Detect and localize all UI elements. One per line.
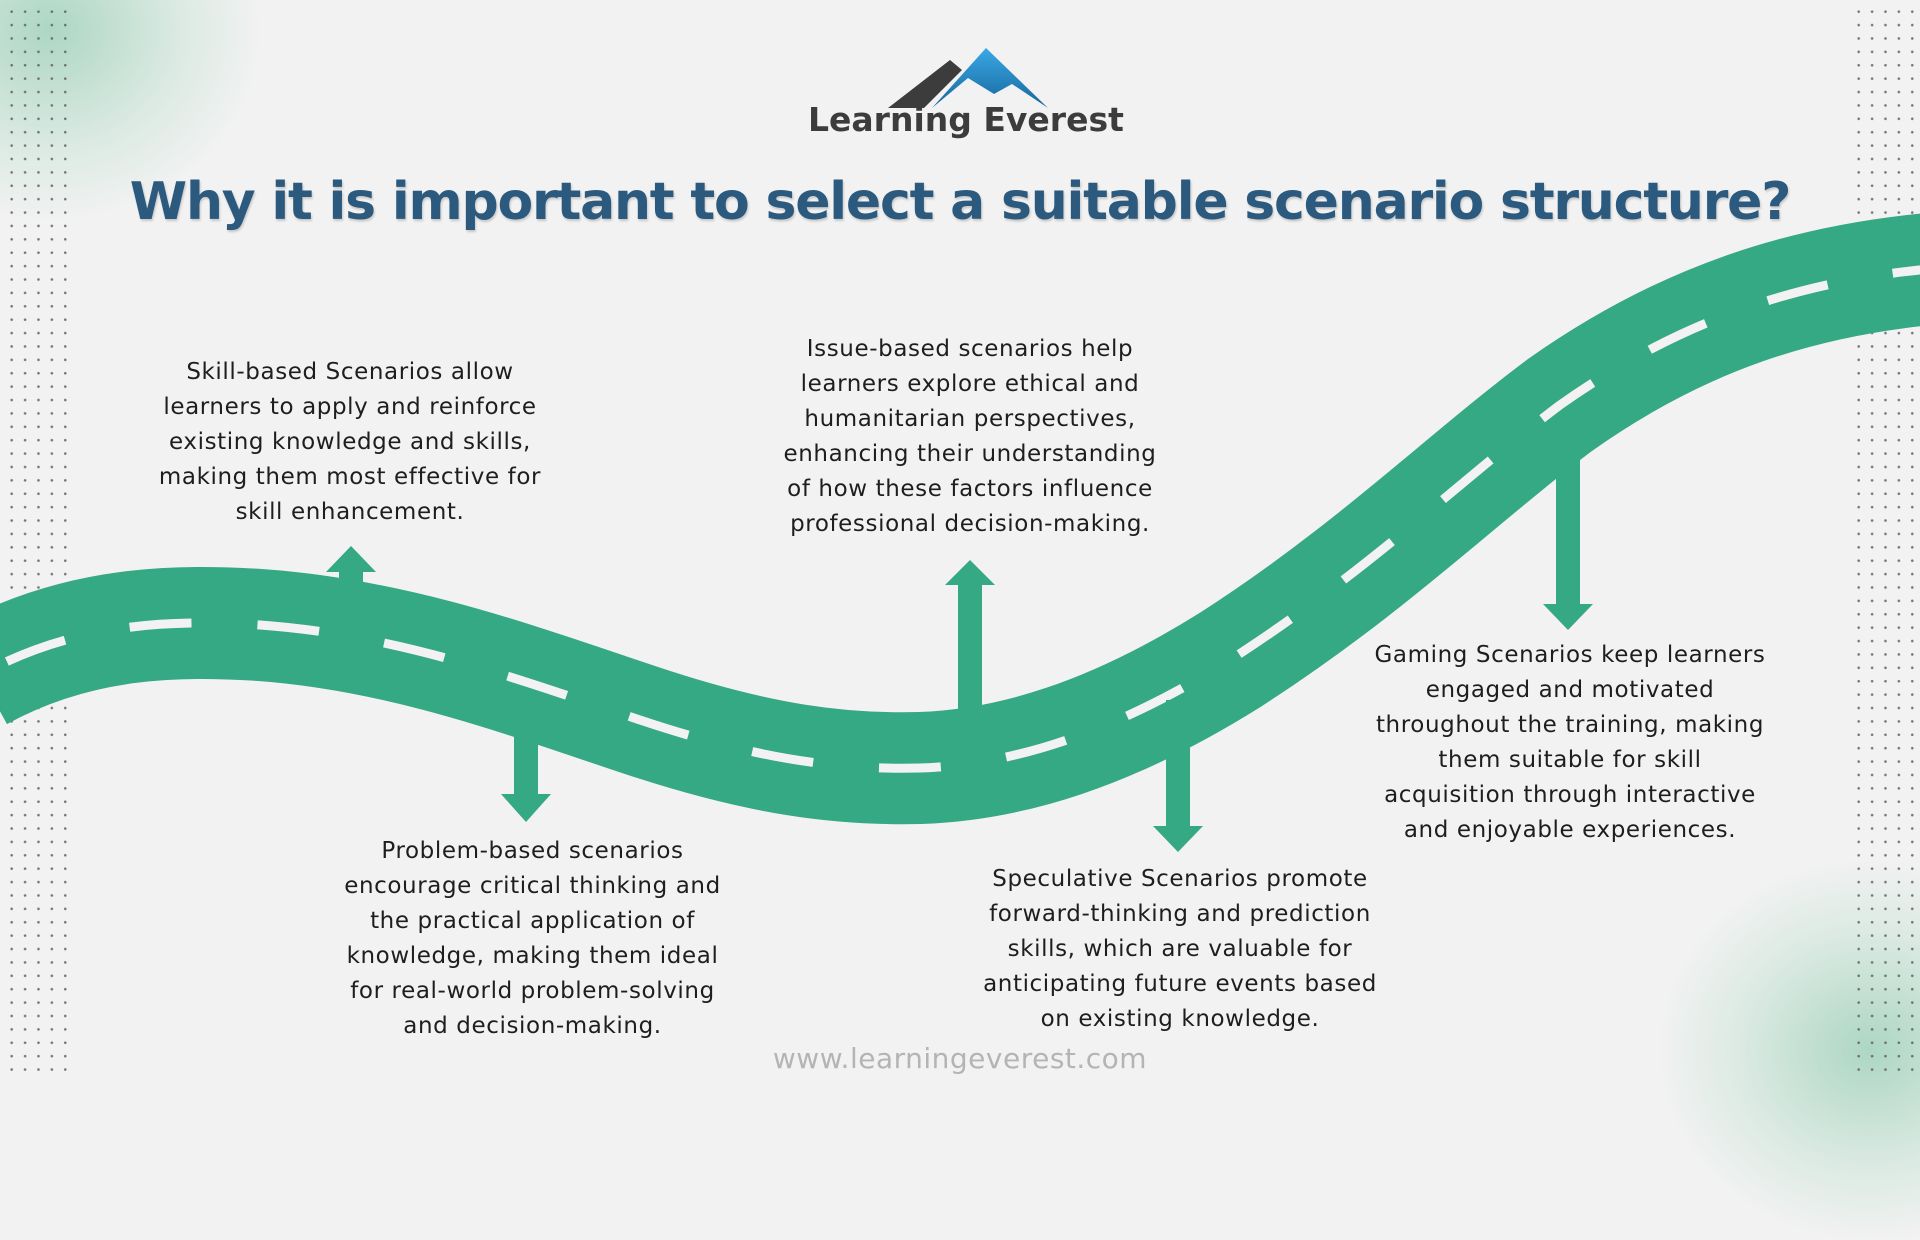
- arrow-issue-up-icon: [945, 560, 995, 710]
- website-url[interactable]: www.learningeverest.com: [0, 1042, 1920, 1075]
- scenario-speculative-text: Speculative Scenarios promote forward-th…: [983, 866, 1377, 1032]
- scenario-gaming-text: Gaming Scenarios keep learners engaged a…: [1374, 642, 1766, 843]
- scenario-problem-text: Problem-based scenarios encourage critic…: [344, 838, 721, 1039]
- scenario-skill-text: Skill-based Scenarios allow learners to …: [158, 359, 542, 525]
- scenario-issue-text: Issue-based scenarios help learners expl…: [783, 336, 1157, 537]
